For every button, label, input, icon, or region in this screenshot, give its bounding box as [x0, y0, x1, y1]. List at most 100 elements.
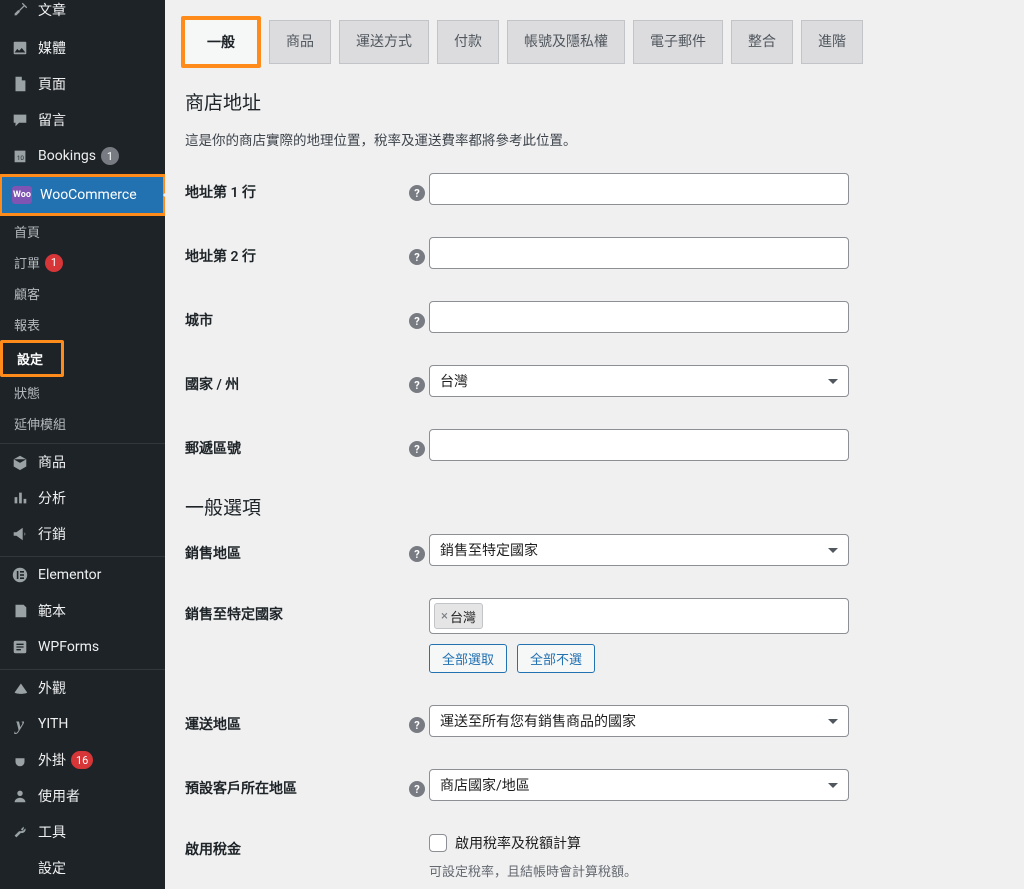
submenu-settings[interactable]: 設定 — [3, 343, 61, 374]
input-city[interactable] — [429, 301, 849, 333]
help-icon[interactable]: ? — [409, 249, 425, 265]
store-address-desc: 這是你的商店實際的地理位置，稅率及運送費率都將參考此位置。 — [185, 129, 1004, 149]
submenu-reports[interactable]: 報表 — [0, 309, 165, 340]
sidebar-item-label: WooCommerce — [40, 187, 137, 203]
highlight-woocommerce: Woo WooCommerce — [0, 174, 165, 216]
sidebar-item-users[interactable]: 使用者 — [0, 778, 165, 814]
row-address2: 地址第 2 行 ? — [185, 237, 1004, 269]
select-default-location[interactable]: 商店國家/地區 — [429, 769, 849, 801]
sidebar-item-label: 頁面 — [38, 74, 66, 94]
submenu-orders[interactable]: 訂單1 — [0, 247, 165, 278]
help-icon[interactable]: ? — [409, 441, 425, 457]
main-content: 一般 商品 運送方式 付款 帳號及隱私權 電子郵件 整合 進階 商店地址 這是你… — [165, 0, 1024, 889]
plugins-icon — [10, 750, 30, 770]
sidebar-item-yith[interactable]: y YITH — [0, 706, 165, 742]
settings-tabs: 一般 商品 運送方式 付款 帳號及隱私權 電子郵件 整合 進階 — [185, 20, 1004, 64]
sidebar-item-label: 媒體 — [38, 38, 66, 58]
tab-advanced[interactable]: 進階 — [801, 20, 863, 64]
count-badge: 16 — [71, 751, 93, 769]
page-icon — [10, 74, 30, 94]
highlight-submenu-settings: 設定 — [0, 340, 64, 377]
sidebar-item-woocommerce[interactable]: Woo WooCommerce — [2, 177, 163, 213]
submenu-customers[interactable]: 顧客 — [0, 278, 165, 309]
chip-taiwan[interactable]: ×台灣 — [434, 603, 483, 629]
select-value: 銷售至特定國家 — [440, 540, 538, 560]
label-city: 城市 — [185, 304, 405, 330]
select-all-button[interactable]: 全部選取 — [429, 644, 507, 673]
sidebar-item-media[interactable]: 媒體 — [0, 30, 165, 66]
input-address1[interactable] — [429, 173, 849, 205]
select-country[interactable]: 台灣 — [429, 365, 849, 397]
sidebar-item-analytics[interactable]: 分析 — [0, 480, 165, 516]
submenu-label: 顧客 — [14, 284, 40, 303]
tools-icon — [10, 822, 30, 842]
label-address1: 地址第 1 行 — [185, 176, 405, 202]
multiselect-sell-countries[interactable]: ×台灣 — [429, 598, 849, 634]
tab-integration[interactable]: 整合 — [731, 20, 793, 64]
checkbox-label: 啟用稅率及稅額計算 — [455, 833, 581, 853]
row-address1: 地址第 1 行 ? — [185, 173, 1004, 205]
sidebar-item-templates[interactable]: 範本 — [0, 593, 165, 629]
select-value: 商店國家/地區 — [440, 775, 530, 795]
help-icon[interactable]: ? — [409, 185, 425, 201]
chip-remove-icon[interactable]: × — [441, 609, 448, 624]
store-address-heading: 商店地址 — [185, 88, 1004, 115]
sidebar-item-label: 使用者 — [38, 786, 80, 806]
sidebar-item-pages[interactable]: 頁面 — [0, 66, 165, 102]
select-sell-to[interactable]: 銷售至特定國家 — [429, 534, 849, 566]
sidebar-item-settings[interactable]: 設定 — [0, 850, 165, 886]
submenu-status[interactable]: 狀態 — [0, 377, 165, 408]
submenu-label: 設定 — [17, 349, 43, 368]
tab-shipping[interactable]: 運送方式 — [339, 20, 429, 64]
submenu-home[interactable]: 首頁 — [0, 216, 165, 247]
sidebar-item-bookings[interactable]: 10 Bookings 1 — [0, 138, 165, 174]
help-icon[interactable]: ? — [409, 313, 425, 329]
chip-label: 台灣 — [450, 607, 476, 626]
sidebar-item-label: YITH — [38, 716, 68, 732]
sidebar-item-posts-partial[interactable]: 文章 — [0, 0, 165, 30]
general-options-heading: 一般選項 — [185, 493, 1004, 520]
input-postcode[interactable] — [429, 429, 849, 461]
sidebar-item-wpforms[interactable]: WPForms — [0, 629, 165, 665]
tab-general[interactable]: 一般 — [181, 16, 261, 68]
row-country: 國家 / 州 ? 台灣 — [185, 365, 1004, 397]
yith-icon: y — [10, 714, 30, 734]
help-icon[interactable]: ? — [409, 781, 425, 797]
tab-payments[interactable]: 付款 — [437, 20, 499, 64]
tab-emails[interactable]: 電子郵件 — [633, 20, 723, 64]
checkbox-enable-tax-wrap[interactable]: 啟用稅率及稅額計算 — [429, 833, 849, 853]
select-ship-to[interactable]: 運送至所有您有銷售商品的國家 — [429, 705, 849, 737]
row-postcode: 郵遞區號 ? — [185, 429, 1004, 461]
submenu-label: 訂單 — [14, 253, 40, 272]
help-icon[interactable]: ? — [409, 546, 425, 562]
sidebar-item-elementor[interactable]: Elementor — [0, 557, 165, 593]
sidebar-item-label: 留言 — [38, 110, 66, 130]
admin-sidebar: 文章 媒體 頁面 留言 10 Bookings 1 Woo WooCommerc… — [0, 0, 165, 889]
tab-accounts-privacy[interactable]: 帳號及隱私權 — [507, 20, 625, 64]
row-ship-to: 運送地區 ? 運送至所有您有銷售商品的國家 — [185, 705, 1004, 737]
enable-tax-hint: 可設定稅率，且結帳時會計算稅額。 — [429, 861, 849, 880]
sidebar-item-tools[interactable]: 工具 — [0, 814, 165, 850]
help-icon[interactable]: ? — [409, 377, 425, 393]
sidebar-item-label: 文章 — [38, 0, 66, 20]
sidebar-item-label: 設定 — [38, 858, 66, 878]
select-none-button[interactable]: 全部不選 — [517, 644, 595, 673]
checkbox-enable-tax[interactable] — [429, 834, 447, 852]
sidebar-item-comments[interactable]: 留言 — [0, 102, 165, 138]
sidebar-item-products[interactable]: 商品 — [0, 444, 165, 480]
label-sell-to: 銷售地區 — [185, 537, 405, 563]
sidebar-item-plugins[interactable]: 外掛 16 — [0, 742, 165, 778]
tab-products[interactable]: 商品 — [269, 20, 331, 64]
woo-icon: Woo — [12, 185, 32, 205]
submenu-extensions[interactable]: 延伸模組 — [0, 408, 165, 439]
sidebar-item-marketing[interactable]: 行銷 — [0, 516, 165, 552]
sidebar-item-appearance[interactable]: 外觀 — [0, 670, 165, 706]
submenu-label: 延伸模組 — [14, 414, 66, 433]
label-ship-to: 運送地區 — [185, 708, 405, 734]
input-address2[interactable] — [429, 237, 849, 269]
elementor-icon — [10, 565, 30, 585]
sidebar-item-label: Elementor — [38, 567, 101, 583]
product-icon — [10, 452, 30, 472]
marketing-icon — [10, 524, 30, 544]
help-icon[interactable]: ? — [409, 717, 425, 733]
